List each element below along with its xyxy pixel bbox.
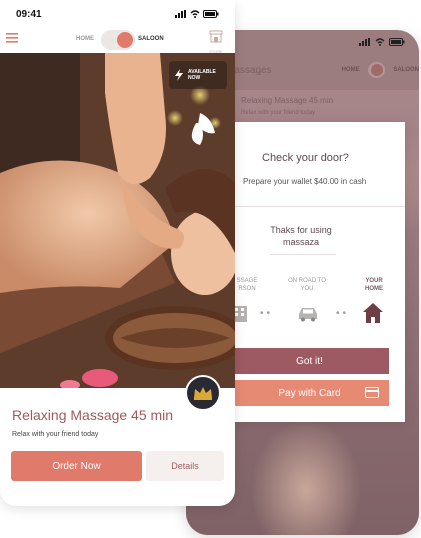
hero-image: AVAILABLE NOW bbox=[0, 53, 235, 388]
battery-icon bbox=[389, 38, 405, 46]
status-time: 09:41 bbox=[16, 8, 42, 20]
signal-icon bbox=[175, 10, 186, 18]
got-it-button[interactable]: Got it! bbox=[230, 348, 389, 374]
back-item-subtitle: Relax with your friend today bbox=[241, 110, 316, 116]
pay-with-card-button[interactable]: Pay with Card bbox=[230, 380, 389, 406]
step-massage-person-label: SSAGE RSON bbox=[236, 278, 258, 292]
back-item-title: Relaxing Massage 45 min bbox=[241, 96, 334, 105]
pay-with-card-label: Pay with Card bbox=[278, 387, 341, 399]
modal-divider bbox=[230, 206, 405, 207]
thanks-message: Thaks for using massaza bbox=[270, 225, 332, 247]
delivery-modal: Check your door? Prepare your wallet $40… bbox=[230, 122, 405, 422]
status-bar: 09:41 bbox=[0, 0, 235, 28]
foreground-phone: 09:41 HOME SALOON STORE AVAILABLE NOW Re… bbox=[0, 0, 235, 506]
availability-text: AVAILABLE NOW bbox=[188, 69, 216, 81]
house-icon bbox=[362, 302, 384, 329]
top-navigation: HOME SALOON STORE bbox=[0, 28, 235, 54]
order-now-button[interactable]: Order Now bbox=[11, 451, 142, 481]
credit-card-icon bbox=[365, 387, 379, 398]
crown-icon bbox=[194, 387, 212, 400]
back-mode-toggle bbox=[367, 62, 386, 78]
home-label[interactable]: HOME bbox=[76, 36, 94, 42]
thanks-divider bbox=[270, 254, 336, 255]
wifi-icon bbox=[190, 10, 200, 18]
signal-icon bbox=[359, 38, 370, 46]
modal-title: Check your door? bbox=[262, 152, 349, 164]
service-title: Relaxing Massage 45 min bbox=[12, 407, 174, 423]
details-button[interactable]: Details bbox=[146, 451, 224, 481]
service-subtitle: Relax with your friend today bbox=[12, 431, 99, 438]
home-saloon-toggle[interactable] bbox=[101, 30, 135, 50]
massage-illustration bbox=[0, 53, 235, 388]
car-icon bbox=[296, 306, 320, 327]
step-on-road-label: ON ROAD TO YOU bbox=[288, 278, 326, 292]
store-button[interactable]: STORE bbox=[205, 30, 227, 54]
progress-dots: •• bbox=[260, 308, 274, 319]
lightning-icon bbox=[175, 69, 183, 81]
system-icons bbox=[175, 10, 219, 18]
back-home-label: HOME bbox=[341, 67, 360, 73]
saloon-label[interactable]: SALOON bbox=[138, 36, 164, 42]
availability-badge: AVAILABLE NOW bbox=[169, 61, 227, 89]
toggle-knob bbox=[117, 32, 133, 48]
menu-icon[interactable] bbox=[6, 33, 18, 43]
step-your-home-label: YOUR HOME bbox=[365, 278, 383, 292]
battery-icon bbox=[203, 10, 219, 18]
premium-badge bbox=[185, 375, 221, 411]
store-icon bbox=[209, 30, 223, 43]
back-saloon-label: SALOON bbox=[393, 67, 419, 73]
progress-dots: •• bbox=[336, 308, 350, 319]
wifi-icon bbox=[375, 38, 385, 46]
modal-subtitle: Prepare your wallet $40.00 in cash bbox=[243, 177, 367, 186]
